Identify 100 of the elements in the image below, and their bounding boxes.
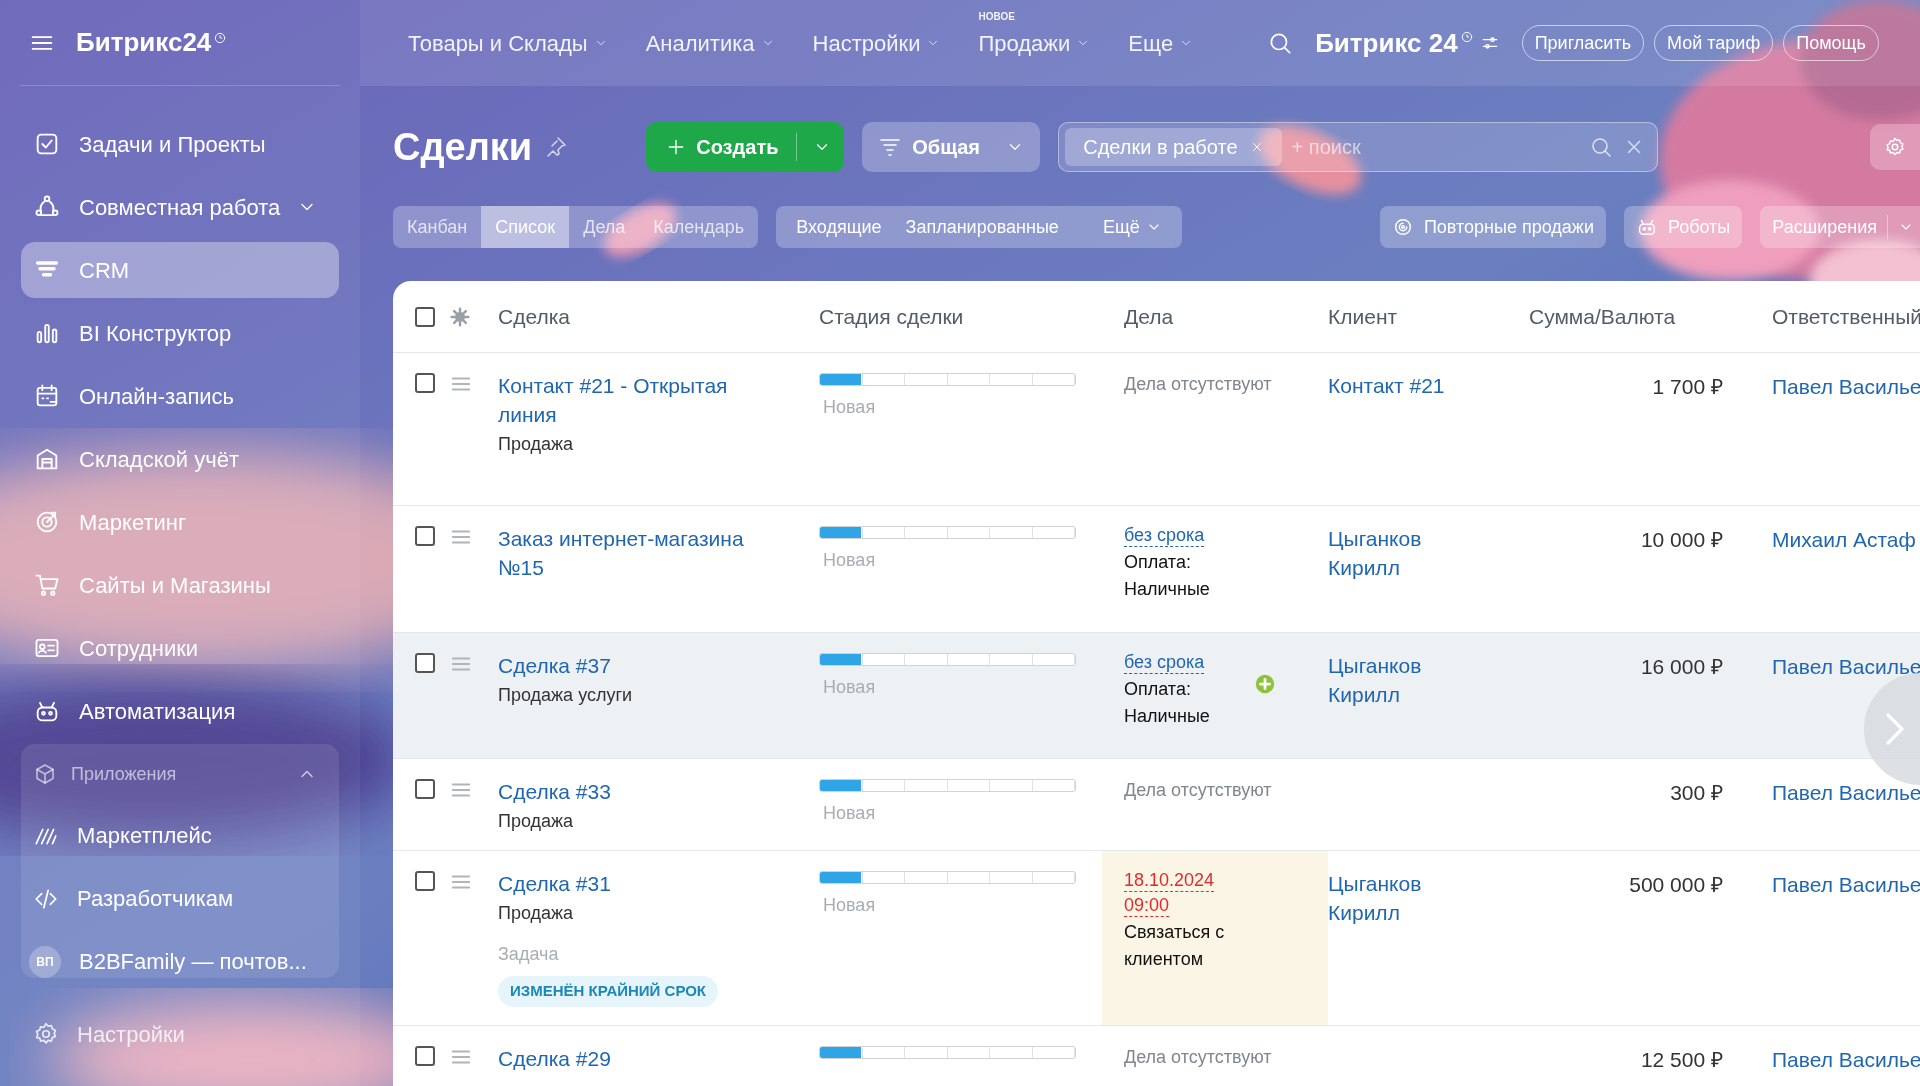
sidebar-item[interactable]: CRM bbox=[21, 242, 339, 298]
stage-label: Новая bbox=[823, 396, 877, 419]
sidebar-item[interactable]: Задачи и Проекты bbox=[21, 116, 339, 172]
deal-link[interactable]: Сделка #37 bbox=[498, 651, 611, 680]
stage-bar[interactable] bbox=[819, 526, 1076, 539]
filter-tag[interactable]: Сделки в работе bbox=[1065, 128, 1282, 166]
nav-item[interactable]: Еще bbox=[1128, 23, 1194, 63]
responsible-link[interactable]: Павел Василье bbox=[1772, 1048, 1920, 1071]
nav-item[interactable]: Аналитика bbox=[645, 23, 775, 63]
stage-bar[interactable] bbox=[819, 653, 1076, 666]
checkbox[interactable] bbox=[415, 779, 435, 799]
new-label: НОВОЕ bbox=[978, 10, 1015, 24]
stage-label: Новая bbox=[823, 802, 877, 825]
deadline-link[interactable]: без срока bbox=[1124, 524, 1205, 547]
settings-button[interactable] bbox=[1870, 124, 1920, 170]
add-icon[interactable] bbox=[1254, 673, 1276, 695]
apps-group-header[interactable]: Приложения bbox=[21, 744, 339, 804]
logo: Битрикс24 bbox=[76, 26, 212, 59]
stage-bar[interactable] bbox=[819, 779, 1076, 792]
deadline-link[interactable]: без срока bbox=[1124, 651, 1205, 674]
nav-item[interactable]: Настройки bbox=[812, 23, 941, 63]
amount-text: 10 000 ₽ bbox=[1640, 527, 1723, 553]
stage-bar[interactable] bbox=[819, 373, 1076, 386]
amount-text: 500 000 ₽ bbox=[1629, 872, 1723, 898]
task-text: Оплата: Наличные bbox=[1124, 551, 1211, 601]
stage-bar[interactable] bbox=[819, 871, 1076, 884]
deal-link[interactable]: Контакт #21 - Открытая линия bbox=[498, 371, 748, 429]
nav-item[interactable]: Товары и Склады bbox=[408, 23, 608, 63]
activity-label: Задача bbox=[498, 943, 559, 966]
counter-button[interactable]: Входящие bbox=[784, 213, 894, 241]
sidebar-item[interactable]: Маркетплейс bbox=[21, 804, 339, 867]
checkbox[interactable] bbox=[415, 526, 435, 546]
checkbox[interactable] bbox=[415, 653, 435, 673]
responsible-link[interactable]: Павел Василье bbox=[1772, 375, 1920, 398]
pin-icon bbox=[544, 135, 569, 159]
client-link[interactable]: Цыганков Кирилл bbox=[1328, 524, 1458, 582]
deal-link[interactable]: Сделка #31 bbox=[498, 869, 611, 898]
settings-icon bbox=[33, 1021, 59, 1047]
deal-type: Продажа bbox=[498, 810, 574, 833]
deadline-link[interactable]: 09:00 bbox=[1124, 894, 1170, 917]
clock-icon bbox=[213, 30, 228, 45]
logo: Битрикс 24 bbox=[1315, 26, 1458, 60]
nav-item[interactable]: Продажи bbox=[978, 23, 1091, 63]
responsible-link[interactable]: Павел Василье bbox=[1772, 781, 1920, 804]
amount-text: 12 500 ₽ bbox=[1640, 1047, 1723, 1073]
sidebar-item[interactable]: Совместная работа bbox=[21, 179, 339, 235]
deal-link[interactable]: Заказ интернет-магазина №15 bbox=[498, 524, 748, 582]
responsible-link[interactable]: Павел Василье bbox=[1772, 873, 1920, 896]
deal-link[interactable]: Сделка #29 bbox=[498, 1044, 611, 1073]
checkbox[interactable] bbox=[415, 306, 435, 327]
clock-icon bbox=[1459, 30, 1474, 44]
checkbox[interactable] bbox=[415, 1046, 435, 1066]
deal-link[interactable]: Сделка #33 bbox=[498, 777, 611, 806]
column-header[interactable]: Ответственный bbox=[1772, 304, 1920, 328]
toolbar-button[interactable]: Повторные продажи bbox=[1379, 206, 1606, 248]
filter-preset-button[interactable]: Общая bbox=[862, 122, 1041, 172]
task-text: Связаться с клиентом bbox=[1124, 921, 1226, 971]
responsible-link[interactable]: Павел Василье bbox=[1772, 655, 1920, 678]
sidebar-item[interactable]: BI Конструктор bbox=[21, 305, 339, 361]
table-row[interactable]: Сделка #37 Продажа услуги Новая без срока Оплата: Наличные Цыганков Кирилл 16 000 ₽ Павел Василье bbox=[393, 633, 1920, 759]
status-badge: ИЗМЕНЁН КРАЙНИЙ СРОК bbox=[498, 976, 719, 1007]
table-row[interactable]: Сделка #31 Продажа Задача ИЗМЕНЁН КРАЙНИЙ СРОК Новая 18.10.2024 09:00 Связаться с клиентом Цыганков Кирилл 500 000 ₽ Павел Василье bbox=[393, 851, 1920, 1026]
create-button[interactable]: Создать bbox=[646, 122, 845, 172]
amount-text: 1 700 ₽ bbox=[1652, 374, 1723, 400]
empty-tasks-text: Дела отсутствуют bbox=[1124, 373, 1272, 396]
sidebar-item[interactable]: ВП B2BFamily — почтов... bbox=[21, 930, 339, 978]
sidebar-item[interactable]: Складской учёт bbox=[21, 431, 339, 487]
sidebar-item[interactable]: Онлайн-запись bbox=[21, 368, 339, 424]
client-link[interactable]: Контакт #21 bbox=[1328, 371, 1458, 400]
amount-text: 16 000 ₽ bbox=[1640, 654, 1723, 680]
column-header[interactable]: Сумма/Валюта bbox=[1529, 304, 1676, 328]
empty-tasks-text: Дела отсутствуют bbox=[1124, 779, 1272, 802]
amount-text: 300 ₽ bbox=[1670, 780, 1723, 806]
deal-type: Продажа услуги bbox=[498, 684, 633, 707]
stage-label: Новая bbox=[823, 676, 877, 699]
responsible-link[interactable]: Михаил Астаф bbox=[1772, 528, 1916, 551]
client-link[interactable]: Цыганков Кирилл bbox=[1328, 651, 1458, 709]
counter-button[interactable]: Запланированные bbox=[893, 213, 1071, 241]
column-header[interactable]: Дела bbox=[1124, 304, 1174, 328]
chevron-right-icon bbox=[1886, 713, 1904, 745]
deal-type: Продажа bbox=[498, 433, 574, 456]
more-button[interactable]: Ещё bbox=[1090, 213, 1174, 241]
sidebar-item[interactable]: Разработчикам bbox=[21, 867, 339, 930]
deadline-link[interactable]: 18.10.2024 bbox=[1124, 869, 1215, 892]
stage-bar[interactable] bbox=[819, 1046, 1076, 1059]
stage-label: Новая bbox=[823, 549, 877, 572]
empty-tasks-text: Дела отсутствуют bbox=[1124, 1046, 1272, 1069]
avatar: ВП bbox=[29, 945, 61, 978]
cube-icon bbox=[33, 762, 57, 786]
stage-label: Новая bbox=[823, 894, 877, 917]
checkbox[interactable] bbox=[415, 373, 435, 393]
client-link[interactable]: Цыганков Кирилл bbox=[1328, 869, 1458, 927]
column-header[interactable]: Сделка bbox=[498, 304, 570, 328]
checkbox[interactable] bbox=[415, 871, 435, 891]
sidebar-item[interactable]: Сотрудники bbox=[21, 620, 339, 676]
column-header[interactable]: Стадия сделки bbox=[819, 304, 964, 328]
page-title: Сделки bbox=[393, 124, 533, 170]
sidebar-item[interactable]: Автоматизация bbox=[21, 683, 339, 739]
column-header[interactable]: Клиент bbox=[1328, 304, 1398, 328]
view-tab[interactable]: Канбан bbox=[393, 206, 482, 248]
